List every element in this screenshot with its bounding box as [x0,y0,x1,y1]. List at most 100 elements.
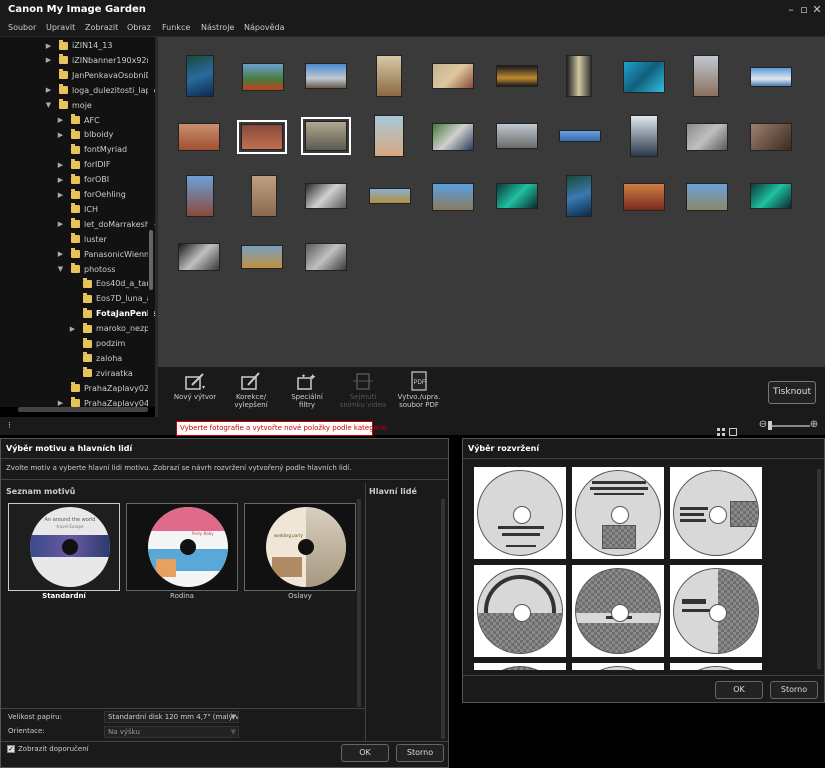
photo-thumbnail[interactable] [623,61,665,93]
photo-thumbnail[interactable] [305,63,347,89]
tree-folder-item[interactable]: ▶ iZINbanner190x92mm [44,53,157,68]
photo-thumbnail[interactable] [374,115,404,157]
restore-icon[interactable]: ▫ [798,3,810,16]
photo-thumbnail[interactable] [750,67,792,87]
chevron-right-icon[interactable]: ▶ [44,86,53,94]
photo-thumbnail[interactable] [693,55,719,97]
single-view-icon[interactable] [729,421,737,436]
photo-thumbnail[interactable] [432,63,474,89]
photo-thumbnail[interactable] [251,175,277,217]
chevron-right-icon[interactable]: ▶ [44,42,53,50]
tree-folder-item[interactable]: zviraatka [68,366,133,381]
photo-thumbnail[interactable] [301,117,351,155]
chevron-right-icon[interactable]: ▶ [56,131,65,139]
menu-functions[interactable]: Funkce [162,23,190,32]
tree-horizontal-scrollbar[interactable] [18,407,148,412]
pdf-button[interactable]: PDF Vytvo./upra. soubor PDF [390,371,448,409]
menu-edit[interactable]: Upravit [46,23,75,32]
photo-thumbnail[interactable] [566,55,592,97]
photo-thumbnail[interactable] [376,55,402,97]
tree-folder-item[interactable]: Eos40d_a_tam [68,276,154,291]
zoom-in-icon[interactable]: ⊕ [809,419,819,430]
tree-folder-item[interactable]: fontMyriad [56,142,127,157]
photo-thumbnail[interactable] [686,123,728,151]
zoom-slider-thumb[interactable] [768,421,772,430]
photo-thumbnail[interactable] [559,130,601,142]
folder-tree[interactable]: ▶ iZIN14_13 ▶ iZINbanner190x92mm JanPenkavaO… [0,37,157,407]
layout-option[interactable] [670,663,762,670]
tree-folder-item[interactable]: Eos7D_luna_a [68,291,152,306]
photo-gallery[interactable] [158,37,825,367]
photo-thumbnail[interactable] [496,65,538,87]
photo-thumbnail[interactable] [623,183,665,211]
chevron-down-icon[interactable]: ▼ [56,265,65,273]
paper-size-select[interactable]: Standardní disk 120 mm 4,7" (malý v ▼ [104,711,239,723]
layout-cancel-button[interactable]: Storno [770,681,818,699]
layout-ok-button[interactable]: OK [715,681,763,699]
photo-thumbnail[interactable] [496,183,538,209]
tree-folder-item[interactable]: ▶ loga_dulezitosti_laptop [44,83,157,98]
print-button[interactable]: Tisknout [768,381,816,404]
photo-thumbnail[interactable] [241,245,283,269]
chevron-down-icon[interactable]: ▼ [44,101,53,109]
menu-view[interactable]: Zobrazit [85,23,118,32]
photo-thumbnail[interactable] [369,188,411,204]
menu-image[interactable]: Obraz [127,23,151,32]
tree-folder-item[interactable]: ICH [56,202,98,217]
photo-thumbnail[interactable] [178,123,220,151]
special-filters-button[interactable]: ✦ ✦ Speciální filtry [278,371,336,409]
photo-thumbnail[interactable] [432,183,474,211]
people-scrollbar[interactable] [441,499,445,739]
menu-help[interactable]: Nápověda [244,23,285,32]
minimize-icon[interactable]: – [785,3,797,16]
layout-option[interactable] [670,565,762,657]
layout-option[interactable] [572,565,664,657]
tree-folder-item[interactable]: ▶ blboidy [56,127,113,142]
chevron-right-icon[interactable]: ▶ [56,250,65,258]
photo-thumbnail[interactable] [186,55,214,97]
tree-folder-item[interactable]: ▶ let_doMarrakeshe [56,217,155,232]
theme-scrollbar[interactable] [357,499,361,707]
tree-folder-item[interactable]: ▶ forIDIF [56,157,110,172]
photo-thumbnail[interactable] [686,183,728,211]
tree-folder-item[interactable]: ▶ forOehling [56,187,126,202]
theme-card-celebrations[interactable]: wedding party [244,503,356,591]
chevron-right-icon[interactable]: ▶ [56,176,65,184]
photo-thumbnail[interactable] [432,123,474,151]
photo-thumbnail[interactable] [186,175,214,217]
chevron-right-icon[interactable]: ▶ [56,220,65,228]
theme-cancel-button[interactable]: Storno [396,744,444,762]
theme-ok-button[interactable]: OK [341,744,389,762]
grid-view-icon[interactable] [717,421,725,436]
photo-thumbnail[interactable] [242,63,284,91]
tree-folder-item[interactable]: ▶ iZIN14_13 [44,38,112,53]
tree-folder-item[interactable]: ▶ AFC [56,113,100,128]
new-creation-button[interactable]: ▾ Nový výtvor [166,371,224,401]
zoom-out-icon[interactable]: ⊖ [758,419,768,430]
tree-folder-item[interactable]: luster [56,232,107,247]
photo-thumbnail[interactable] [750,183,792,209]
tree-folder-item[interactable]: ▶ maroko_nezpr [68,321,153,336]
layout-option[interactable] [474,467,566,559]
photo-thumbnail[interactable] [305,183,347,209]
chevron-right-icon[interactable]: ▶ [56,116,65,124]
layout-option[interactable] [572,663,664,670]
layout-option[interactable] [670,467,762,559]
zoom-slider[interactable] [770,425,810,427]
recommend-checkbox[interactable]: ✓ [7,745,15,753]
tree-folder-item[interactable]: ▶ forOBI [56,172,109,187]
chevron-right-icon[interactable]: ▶ [56,161,65,169]
photo-thumbnail[interactable] [566,175,592,217]
correction-button[interactable]: Korekce/ vylepšení [222,371,280,409]
photo-thumbnail[interactable] [178,243,220,271]
tree-folder-item[interactable]: ▼ photoss [56,262,115,277]
theme-card-family[interactable]: Party Baby [126,503,238,591]
photo-thumbnail[interactable] [305,243,347,271]
menu-file[interactable]: Soubor [8,23,36,32]
layout-option[interactable] [572,467,664,559]
layout-scrollbar[interactable] [817,469,821,669]
layout-option[interactable] [474,565,566,657]
tree-folder-item[interactable]: ▶ PrahaZaplavy04 [56,396,149,407]
photo-thumbnail[interactable] [630,115,658,157]
photo-thumbnail[interactable] [496,123,538,149]
